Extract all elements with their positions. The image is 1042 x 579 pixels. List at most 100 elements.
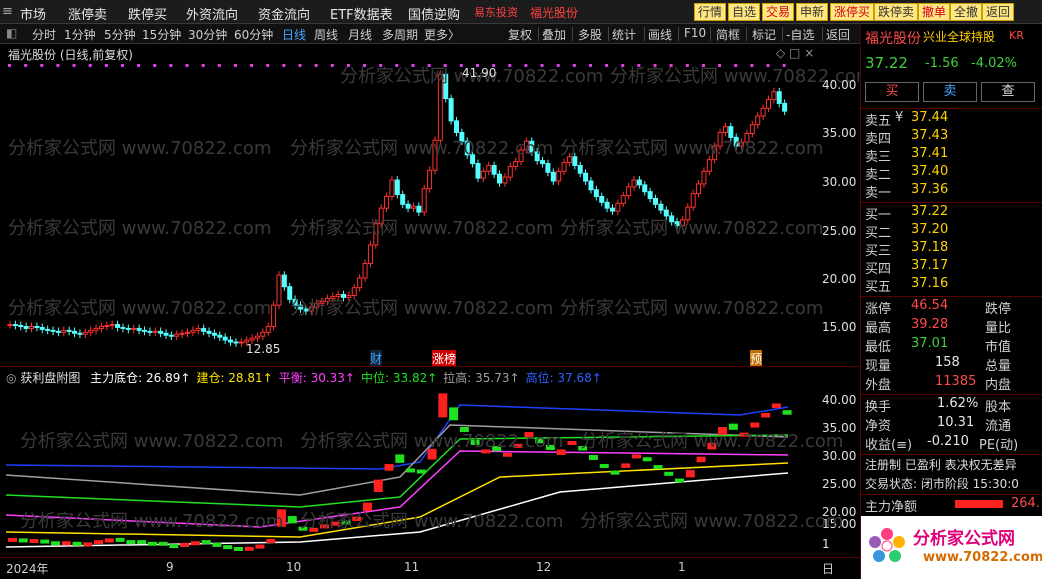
profit-bar [685, 470, 695, 478]
tab-60min[interactable]: 60分钟 [234, 26, 273, 43]
tool-multi-stock[interactable]: 多股 [578, 26, 602, 43]
tab-minute[interactable]: 分时 [32, 26, 56, 43]
btn-cancel-all[interactable]: 全撤 [950, 3, 983, 21]
profit-bar [481, 449, 491, 454]
tool-watch[interactable]: -自选 [786, 26, 814, 43]
profit-bar [158, 541, 168, 546]
candle-body [72, 330, 78, 334]
tool-adjust[interactable]: 复权 [508, 26, 532, 43]
query-button[interactable]: 查 [981, 82, 1035, 102]
tool-simple-frame[interactable]: 简框 [716, 26, 740, 43]
stat-row: 最低 37.01 市值 [865, 336, 1012, 355]
event-marker[interactable]: 预 [750, 350, 763, 367]
signal-dot [379, 64, 383, 67]
menu-limit-up-sell[interactable]: 涨停卖 [68, 4, 107, 23]
chart-window-controls[interactable]: ◇ □ × [776, 46, 814, 60]
gear-icon[interactable]: ◎ [6, 371, 16, 385]
ask-row[interactable]: 卖五 ¥37.44 [865, 110, 1041, 129]
tab-15min[interactable]: 15分钟 [142, 26, 181, 43]
ask-row[interactable]: 卖四 37.43 [865, 128, 1041, 147]
y-tick: 25.00 [822, 224, 857, 238]
tab-5min[interactable]: 5分钟 [104, 26, 136, 43]
bid-row[interactable]: 买三 37.18 [865, 240, 1041, 259]
menu-red-link-2[interactable]: 福光股份 [530, 4, 578, 21]
date-tick: 12 [536, 560, 552, 574]
candle-body [497, 173, 503, 184]
buy-button[interactable]: 买 [865, 82, 919, 102]
menu-red-link-1[interactable]: 易东投资 [474, 4, 518, 20]
candlestick-chart[interactable]: 福光股份 (日线,前复权) ◇ □ × 分析家公式网 www.70822.com… [0, 44, 873, 367]
tab-1min[interactable]: 1分钟 [64, 26, 96, 43]
btn-back[interactable]: 返回 [982, 3, 1015, 21]
profit-bar [72, 541, 82, 546]
candle-body [593, 189, 599, 198]
btn-limit-up-buy[interactable]: 涨停买 [830, 3, 875, 21]
indicator-chart[interactable]: ◎ 获利盘附图 主力底仓: 26.89↑ 建仓: 28.81↑ 平衡: 30.33↑… [0, 366, 860, 557]
signal-dot [782, 64, 786, 67]
event-marker[interactable]: 涨榜 [432, 350, 457, 367]
bid-row[interactable]: 买二 37.20 [865, 222, 1041, 241]
profit-bar [61, 541, 71, 546]
candle-body [728, 126, 734, 138]
candle-body [217, 334, 223, 338]
bid-row[interactable]: 买一 37.22 [865, 204, 1041, 223]
candle-body [104, 325, 110, 328]
signal-dot [653, 64, 657, 67]
tool-mark[interactable]: 标记 [752, 26, 776, 43]
ask-row[interactable]: 卖二 37.40 [865, 164, 1041, 183]
line-base [5, 472, 789, 548]
btn-cancel[interactable]: 撤单 [918, 3, 951, 21]
tab-monthly[interactable]: 月线 [348, 26, 372, 43]
candle-body [367, 244, 373, 264]
bid-row[interactable]: 买五 37.16 [865, 276, 1041, 295]
candle-body [550, 171, 556, 182]
date-tick: 2024年 [6, 562, 49, 576]
ask-row[interactable]: 卖一 37.36 [865, 182, 1041, 201]
candle-body [658, 203, 664, 211]
candle-body [722, 126, 728, 134]
menu-market[interactable]: 市场 [20, 4, 46, 23]
btn-watchlist[interactable]: 自选 [728, 3, 761, 21]
candle-body [513, 161, 519, 167]
menu-foreign-flow[interactable]: 外资流向 [186, 4, 238, 23]
panel-toggle-icon[interactable]: ◧ [6, 26, 17, 40]
candle-body [604, 201, 610, 209]
tool-draw[interactable]: 画线 [648, 26, 672, 43]
status-trading: 交易状态: 闭市阶段 15:30:0 [865, 477, 1019, 491]
tab-multi-period[interactable]: 多周期 [382, 26, 418, 43]
candle-body [776, 91, 782, 104]
candle-body [168, 334, 174, 337]
sell-button[interactable]: 卖 [923, 82, 977, 102]
date-tick: 11 [404, 560, 420, 574]
tab-weekly[interactable]: 周线 [314, 26, 338, 43]
ask-row[interactable]: 卖三 37.41 [865, 146, 1041, 165]
tool-back[interactable]: 返回 [826, 26, 850, 43]
btn-trade[interactable]: 交易 [762, 3, 795, 21]
flower-logo-icon [869, 528, 905, 562]
btn-limit-down-sell[interactable]: 跌停卖 [874, 3, 919, 21]
btn-quote[interactable]: 行情 [694, 3, 727, 21]
tool-overlay[interactable]: 叠加 [542, 26, 566, 43]
tool-stats[interactable]: 统计 [612, 26, 636, 43]
profit-bar [341, 520, 351, 525]
menu-fund-flow[interactable]: 资金流向 [258, 4, 310, 23]
tab-daily[interactable]: 日线 [282, 26, 306, 43]
tab-more[interactable]: 更多〉 [424, 26, 460, 43]
btn-new[interactable]: 申新 [796, 3, 829, 21]
menu-grip-icon[interactable]: ≡ [2, 4, 13, 19]
menu-limit-down-buy[interactable]: 跌停买 [128, 4, 167, 23]
candle-body [540, 160, 546, 165]
event-marker[interactable]: 财 [370, 350, 383, 367]
menu-etf-table[interactable]: ETF数据表 [330, 4, 393, 23]
profit-bar [545, 444, 555, 450]
candle-body [717, 132, 723, 147]
candle-body [507, 165, 513, 178]
bid-row[interactable]: 买四 37.17 [865, 258, 1041, 277]
indicator-svg [5, 393, 792, 551]
candle-body [427, 169, 433, 190]
candle-body [297, 304, 303, 310]
profit-bar [718, 427, 728, 435]
tool-f10[interactable]: F10 [684, 26, 706, 40]
tab-30min[interactable]: 30分钟 [188, 26, 227, 43]
menu-reverse-repo[interactable]: 国债逆购 [408, 4, 460, 23]
